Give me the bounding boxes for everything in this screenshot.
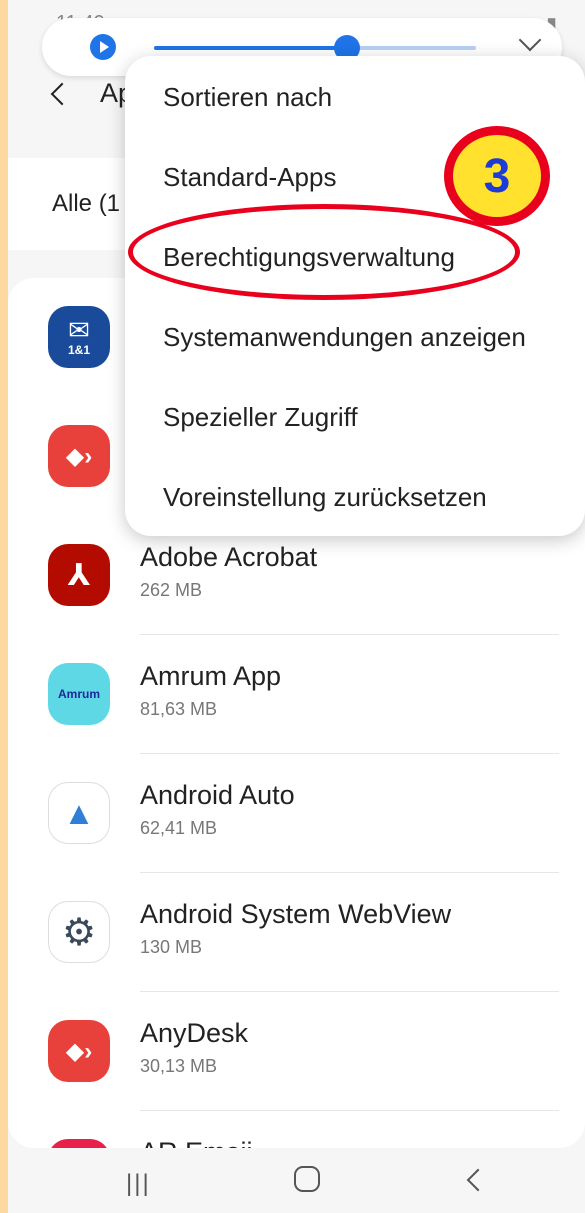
- back-arrow-icon[interactable]: [50, 82, 74, 106]
- menu-item-special-access[interactable]: Spezieller Zugriff: [163, 402, 358, 433]
- home-icon[interactable]: [294, 1166, 320, 1192]
- list-item[interactable]: Amrum Amrum App 81,63 MB: [8, 635, 585, 754]
- app-size: 81,63 MB: [140, 699, 218, 719]
- list-item[interactable]: ◆› AnyDesk 30,13 MB: [8, 992, 585, 1111]
- recent-apps-icon[interactable]: |||: [126, 1170, 151, 1198]
- filter-label: Alle (1: [52, 190, 121, 217]
- menu-item-show-system-apps[interactable]: Systemanwendungen anzeigen: [163, 322, 526, 353]
- volume-slider[interactable]: [154, 35, 476, 61]
- highlight-ellipse: [128, 204, 520, 300]
- list-item[interactable]: AR Emoji: [8, 1111, 585, 1148]
- webview-gear-icon: ⚙: [48, 901, 110, 963]
- nav-back-icon[interactable]: [466, 1168, 490, 1192]
- menu-item-sort[interactable]: Sortieren nach: [163, 82, 332, 113]
- chevron-down-icon[interactable]: [518, 28, 542, 52]
- app-name: Android System WebView: [140, 899, 452, 929]
- step-badge: 3: [444, 126, 550, 226]
- app-name: Amrum App: [140, 661, 282, 691]
- slider-fill: [154, 46, 348, 50]
- mail-icon: ✉ 1&1: [48, 306, 110, 368]
- navigation-bar: |||: [8, 1148, 585, 1213]
- app-name: AnyDesk: [140, 1018, 249, 1048]
- anydesk-icon: ◆›: [48, 425, 110, 487]
- app-size: 130 MB: [140, 937, 203, 957]
- app-size: 262 MB: [140, 580, 203, 600]
- ar-emoji-icon: [48, 1139, 110, 1148]
- menu-item-default-apps[interactable]: Standard-Apps: [163, 162, 336, 193]
- app-size: 30,13 MB: [140, 1056, 218, 1076]
- amrum-icon: Amrum: [48, 663, 110, 725]
- app-name: AR Emoji: [140, 1137, 253, 1148]
- step-number: 3: [453, 135, 541, 217]
- list-item[interactable]: ▲ Android Auto 62,41 MB: [8, 754, 585, 873]
- app-name: Android Auto: [140, 780, 295, 810]
- play-icon[interactable]: [90, 34, 116, 60]
- acrobat-icon: ⅄: [48, 544, 110, 606]
- app-name: Adobe Acrobat: [140, 542, 318, 572]
- list-item[interactable]: ⚙ Android System WebView 130 MB: [8, 873, 585, 992]
- menu-item-reset-preferences[interactable]: Voreinstellung zurücksetzen: [163, 482, 487, 513]
- anydesk-icon: ◆›: [48, 1020, 110, 1082]
- app-size: 62,41 MB: [140, 818, 218, 838]
- android-auto-icon: ▲: [48, 782, 110, 844]
